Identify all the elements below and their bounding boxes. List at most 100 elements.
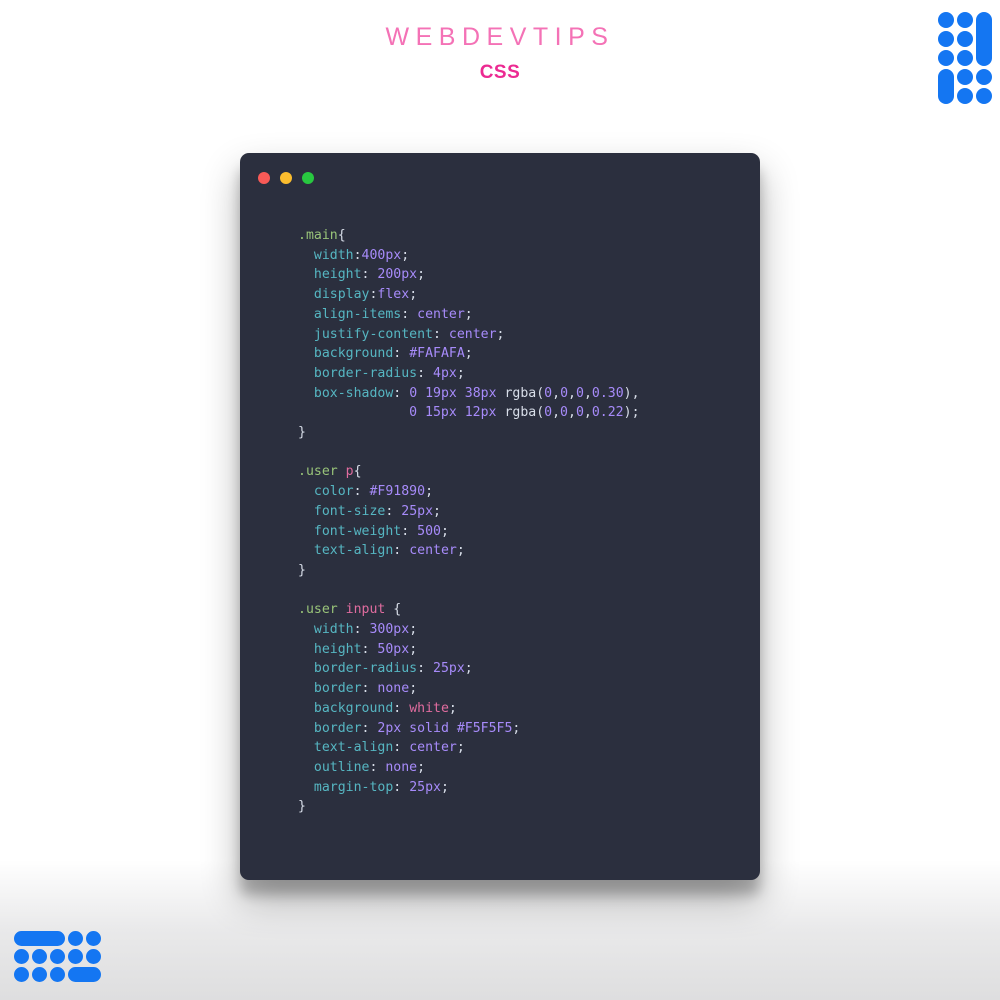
- code-token-punc: {: [353, 464, 362, 480]
- code-token-punc: :: [353, 247, 362, 263]
- code-token-val: 0: [575, 385, 584, 401]
- code-token-punc: ;: [409, 287, 418, 303]
- code-token-punc: }: [298, 562, 306, 578]
- code-token-el: input: [345, 602, 386, 618]
- code-token-prop: outline: [313, 759, 370, 775]
- logo-dot: [957, 12, 973, 28]
- minimize-button[interactable]: [280, 172, 292, 184]
- logo-dot: [86, 931, 101, 946]
- code-token-prop: height: [313, 641, 362, 657]
- code-token-punc: {: [385, 602, 402, 618]
- code-token-val: 0.30: [591, 385, 624, 401]
- code-token-prop: background: [313, 346, 394, 362]
- code-token-punc: }: [298, 425, 306, 441]
- code-token-val: flex: [377, 287, 410, 303]
- code-token-val: #F91890: [369, 484, 426, 500]
- code-token-prop: width: [313, 247, 354, 263]
- code-token-punc: ;: [496, 326, 505, 342]
- code-token-punc: rgba(: [504, 385, 545, 401]
- code-token-prop: display: [313, 287, 370, 303]
- code-token-punc: ;: [448, 700, 457, 716]
- code-token-val: center: [409, 543, 457, 559]
- code-line: .user input {: [298, 600, 740, 620]
- logo-top-right: [938, 12, 992, 104]
- logo-dot: [938, 31, 954, 47]
- logo-pill-segment: [938, 85, 954, 104]
- logo-pill-segment: [14, 931, 29, 946]
- code-block[interactable]: .main{ width:400px; height: 200px; displ…: [240, 203, 760, 837]
- logo-dot: [976, 88, 992, 104]
- code-token-punc: rgba(: [504, 405, 545, 421]
- code-line: border: none;: [298, 679, 740, 699]
- code-token-punc: :: [417, 365, 433, 381]
- logo-bottom-left: [14, 931, 101, 982]
- code-token-punc: :: [393, 779, 410, 795]
- code-token-punc: :: [393, 385, 410, 401]
- code-token-punc: ;: [409, 641, 418, 657]
- close-button[interactable]: [258, 172, 270, 184]
- maximize-button[interactable]: [302, 172, 314, 184]
- logo-pill-segment: [83, 967, 101, 982]
- code-token-prop: align-items: [313, 306, 402, 322]
- code-token-punc: ;: [433, 503, 441, 519]
- code-token-val: none: [377, 681, 410, 697]
- code-token-prop: text-align: [313, 740, 394, 756]
- code-token-prop: font-size: [313, 503, 386, 519]
- code-token-punc: :: [361, 641, 378, 657]
- code-line: box-shadow: 0 19px 38px rgba(0,0,0,0.30)…: [298, 384, 740, 404]
- logo-dot: [14, 949, 29, 964]
- code-token-val: 0 15px 12px: [409, 405, 505, 421]
- code-token-prop: background: [313, 700, 394, 716]
- code-token-prop: font-weight: [313, 523, 402, 539]
- code-token-punc: ;: [425, 484, 434, 500]
- logo-dot: [86, 949, 101, 964]
- code-line: border-radius: 4px;: [298, 364, 740, 384]
- code-token-punc: :: [393, 346, 410, 362]
- code-token-punc: ;: [417, 267, 426, 283]
- logo-dot: [32, 967, 47, 982]
- code-token-val: 25px: [433, 661, 465, 677]
- code-line: border-radius: 25px;: [298, 659, 740, 679]
- code-token-punc: );: [623, 405, 640, 421]
- code-token-val: 400px: [361, 247, 402, 263]
- code-token-val: #FAFAFA: [409, 346, 465, 362]
- code-token-sel: .user: [298, 602, 346, 618]
- logo-dot: [957, 50, 973, 66]
- code-token-val: 0: [560, 385, 569, 401]
- logo-dot: [68, 949, 83, 964]
- code-token-val: 0.22: [591, 405, 624, 421]
- code-token-sel: .user: [298, 464, 346, 480]
- code-token-val: center: [409, 740, 457, 756]
- logo-dot: [957, 31, 973, 47]
- code-token-prop: border-radius: [313, 365, 418, 381]
- code-line: border: 2px solid #F5F5F5;: [298, 719, 740, 739]
- code-token-punc: ;: [409, 622, 418, 638]
- code-line: width:400px;: [298, 246, 740, 266]
- code-token-punc: ;: [417, 759, 426, 775]
- code-token-val: 25px: [401, 503, 434, 519]
- logo-pill-segment: [47, 931, 65, 946]
- code-token-punc: :: [393, 543, 410, 559]
- code-token-key: white: [409, 700, 449, 716]
- page-subtitle: CSS: [479, 61, 521, 83]
- code-line: height: 200px;: [298, 265, 740, 285]
- logo-dot: [976, 69, 992, 85]
- code-token-val: center: [448, 326, 497, 342]
- code-line: color: #F91890;: [298, 482, 740, 502]
